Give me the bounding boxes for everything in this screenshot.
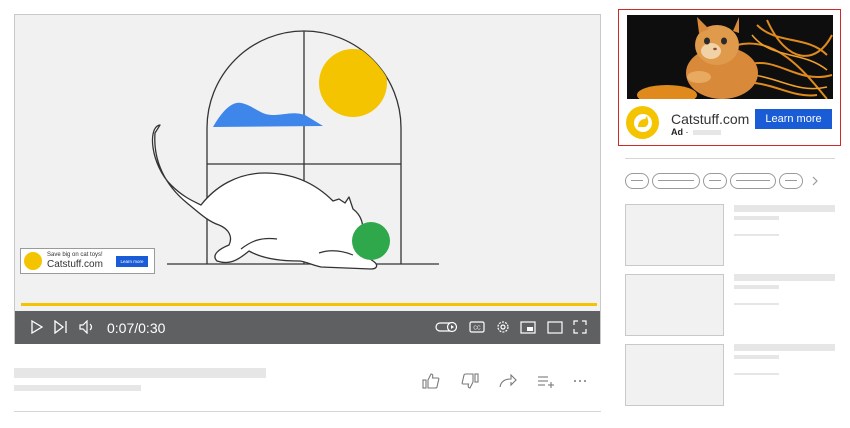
settings-icon[interactable] xyxy=(495,317,511,337)
overlay-ad-domain: Catstuff.com xyxy=(47,259,103,270)
companion-ad-image[interactable] xyxy=(627,15,833,99)
miniplayer-icon[interactable] xyxy=(519,317,537,337)
recommended-meta-placeholder xyxy=(734,234,779,236)
filter-chip[interactable] xyxy=(652,173,700,189)
filter-chip[interactable] xyxy=(730,173,776,189)
autoplay-toggle-icon[interactable] xyxy=(435,317,459,337)
companion-learn-more-button[interactable]: Learn more xyxy=(755,109,832,129)
recommended-title-placeholder xyxy=(734,205,835,212)
divider xyxy=(625,158,835,159)
companion-ad-domain: Catstuff.com xyxy=(671,111,750,127)
recommended-thumbnail[interactable] xyxy=(625,274,724,336)
video-player[interactable]: Save big on cat toys! Catstuff.com Learn… xyxy=(14,14,601,344)
recommended-meta-placeholder xyxy=(734,303,779,305)
next-icon[interactable] xyxy=(53,317,69,337)
cat-with-yarn-image xyxy=(627,15,833,99)
ad-url-placeholder xyxy=(693,130,721,135)
recommended-title-placeholder xyxy=(734,344,835,351)
captions-icon[interactable]: CC xyxy=(468,317,486,337)
chevron-right-icon[interactable] xyxy=(810,174,822,188)
ad-separator: · xyxy=(685,127,689,137)
recommended-subtitle-placeholder xyxy=(734,355,779,359)
video-title-placeholder xyxy=(14,368,266,378)
dislike-icon[interactable] xyxy=(459,372,481,390)
player-controls-bar: 0:07/0:30 CC xyxy=(15,311,600,344)
overlay-learn-more-button[interactable]: Learn more xyxy=(116,256,148,267)
more-icon[interactable] xyxy=(569,372,591,390)
channel-info-placeholder xyxy=(14,385,141,391)
recommended-thumbnail[interactable] xyxy=(625,204,724,266)
fullscreen-icon[interactable] xyxy=(572,317,588,337)
filter-chip[interactable] xyxy=(703,173,727,189)
divider xyxy=(14,411,601,412)
like-icon[interactable] xyxy=(420,372,442,390)
sun-circle xyxy=(319,49,387,117)
advertiser-logo-icon xyxy=(626,106,659,139)
progress-bar[interactable] xyxy=(21,303,597,306)
volume-icon[interactable] xyxy=(78,317,96,337)
recommended-title-placeholder xyxy=(734,274,835,281)
overlay-ad-tagline: Save big on cat toys! xyxy=(47,252,103,258)
yarn-ball xyxy=(352,222,390,260)
recommended-thumbnail[interactable] xyxy=(625,344,724,406)
overlay-ad-banner[interactable]: Save big on cat toys! Catstuff.com Learn… xyxy=(20,248,155,274)
filter-chip[interactable] xyxy=(779,173,803,189)
theater-mode-icon[interactable] xyxy=(546,317,564,337)
share-icon[interactable] xyxy=(497,372,519,390)
svg-text:CC: CC xyxy=(473,326,481,332)
ad-label: Ad · xyxy=(671,127,689,138)
recommended-subtitle-placeholder xyxy=(734,216,779,220)
play-icon[interactable] xyxy=(29,317,45,337)
advertiser-logo-icon xyxy=(24,252,42,270)
ad-badge: Ad xyxy=(671,127,683,137)
recommended-subtitle-placeholder xyxy=(734,285,779,289)
cloud-shape xyxy=(213,102,323,127)
filter-chip[interactable] xyxy=(625,173,649,189)
cat-drawing xyxy=(151,124,378,270)
time-display: 0:07/0:30 xyxy=(107,320,166,336)
companion-ad[interactable]: Catstuff.com Ad · Learn more xyxy=(618,9,841,146)
save-to-playlist-icon[interactable] xyxy=(535,372,557,390)
recommended-meta-placeholder xyxy=(734,373,779,375)
